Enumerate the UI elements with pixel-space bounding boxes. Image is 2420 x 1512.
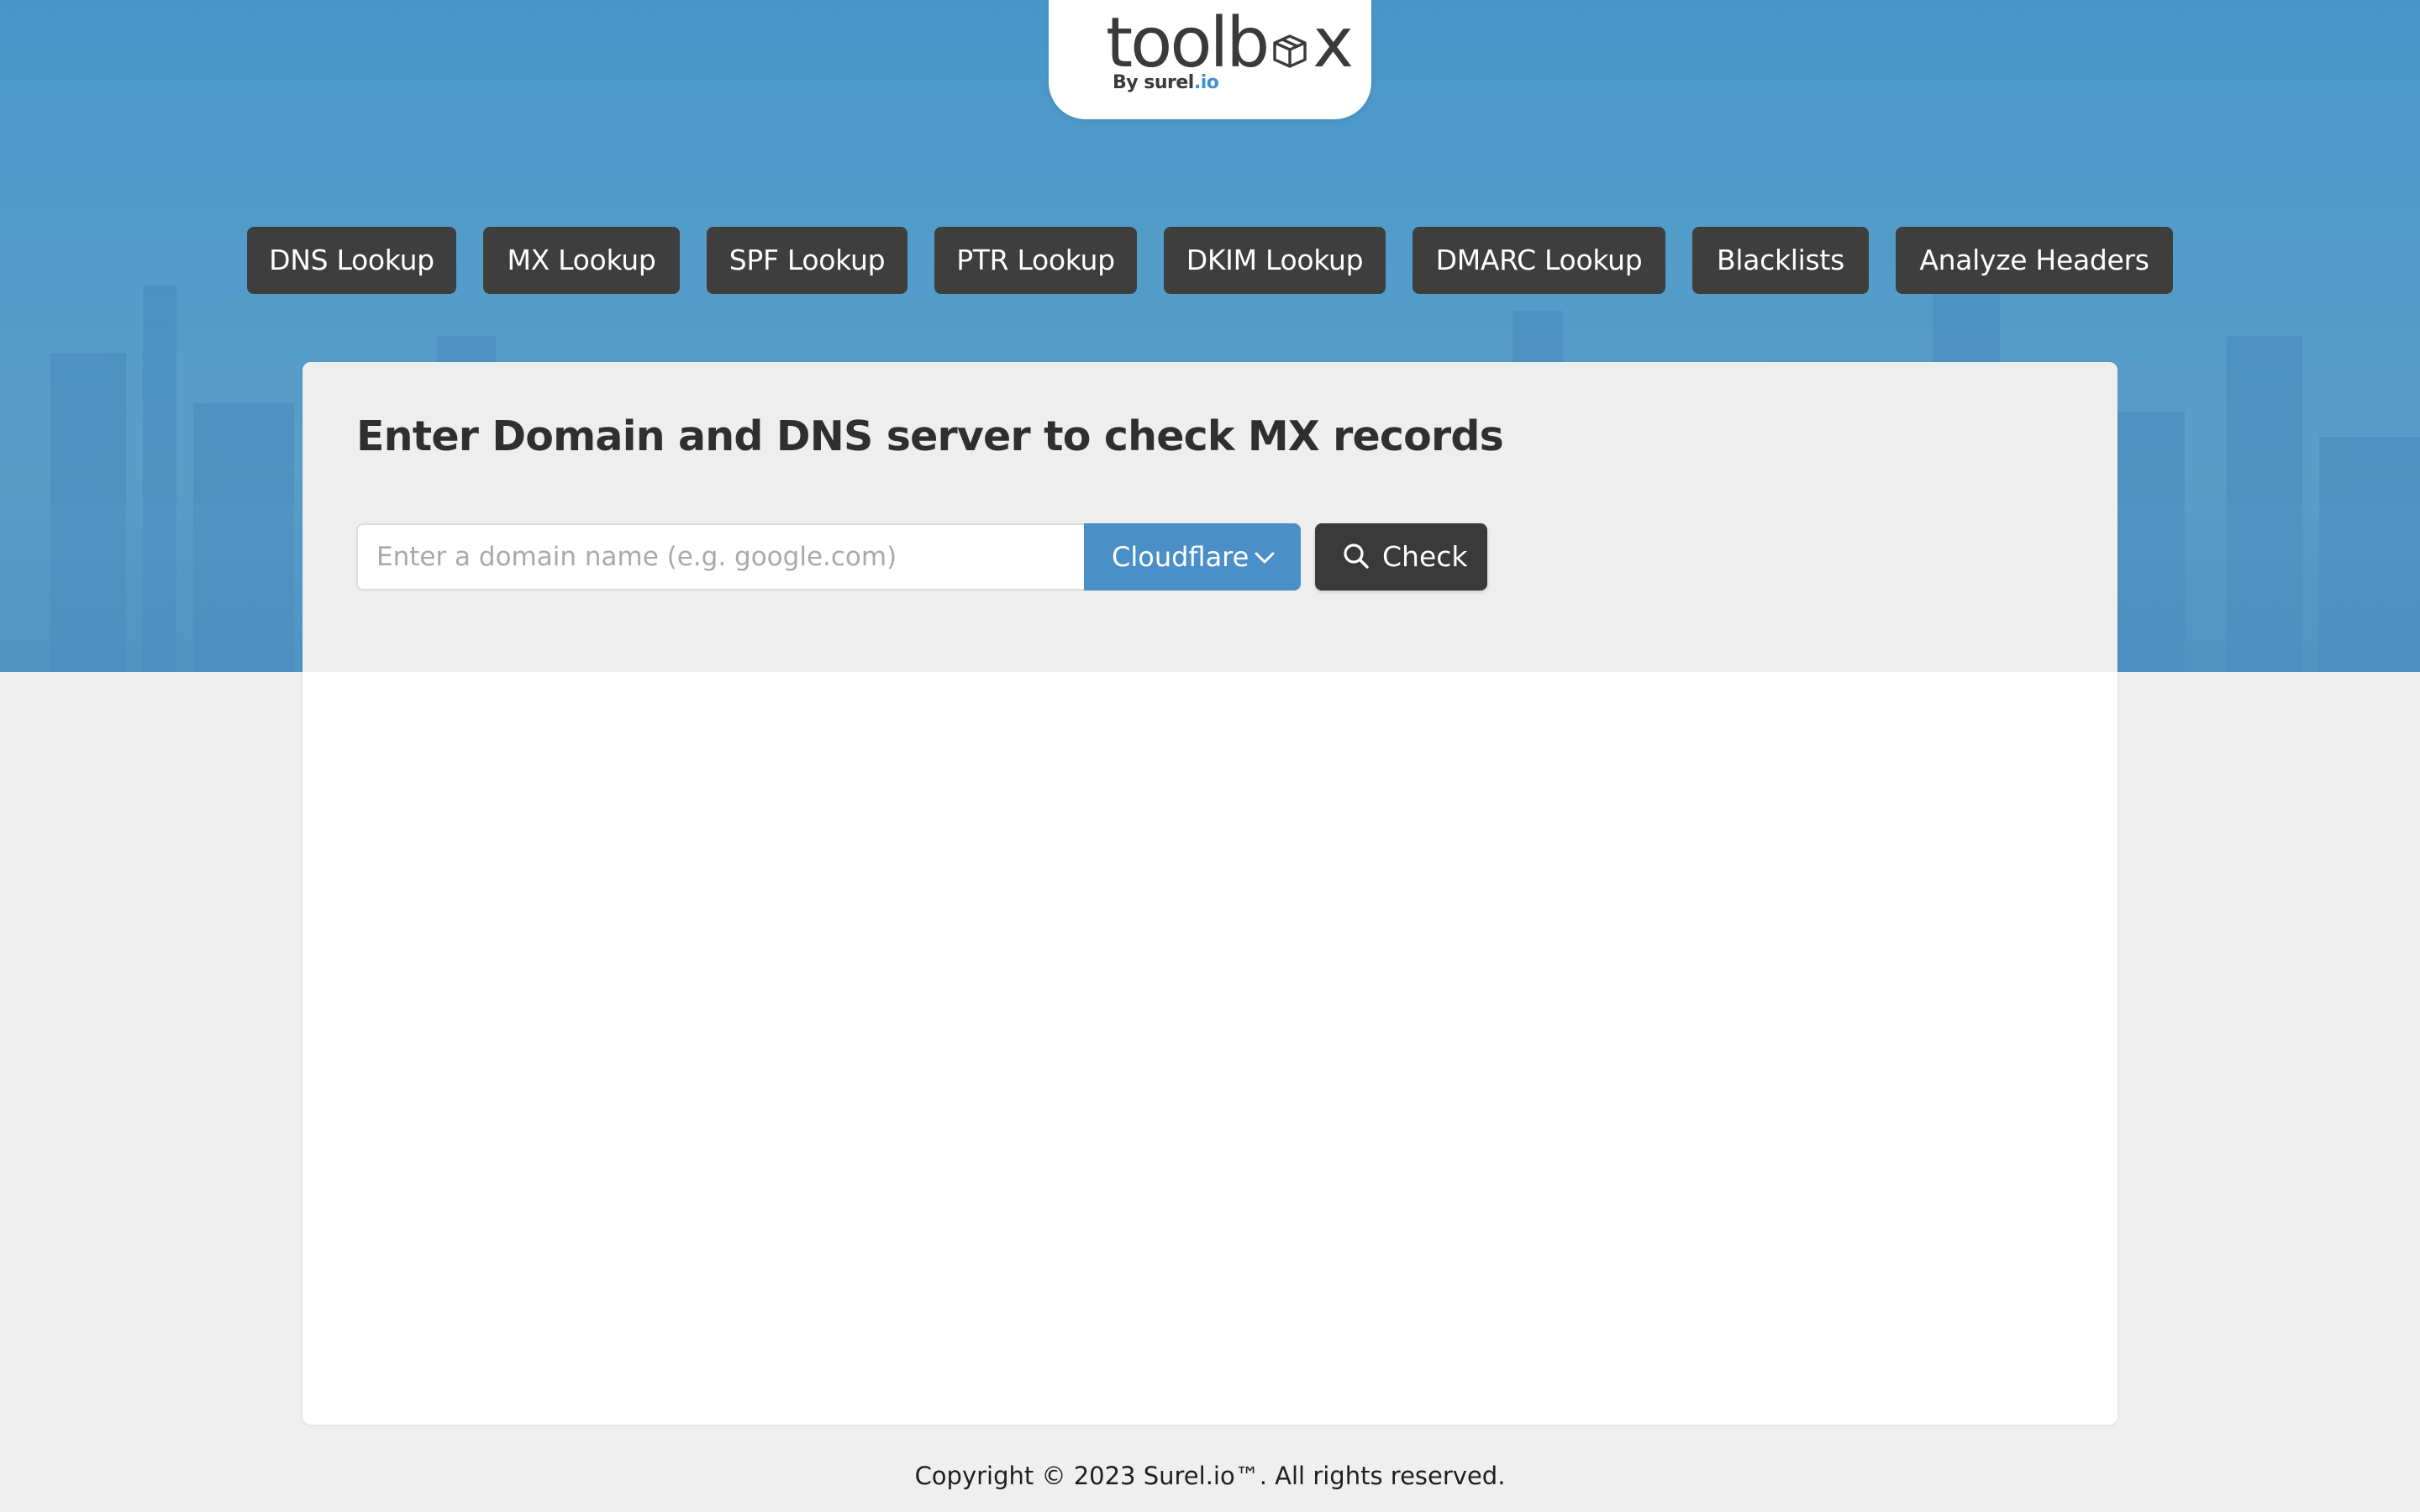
dns-server-value: Cloudflare: [1112, 541, 1249, 573]
nav-dmarc-lookup[interactable]: DMARC Lookup: [1413, 227, 1665, 294]
dns-server-select[interactable]: Cloudflare: [1084, 523, 1301, 591]
logo-byline: By surel.io: [1113, 72, 1219, 93]
nav-blacklists[interactable]: Blacklists: [1692, 227, 1869, 294]
lookup-form-panel: Enter Domain and DNS server to check MX …: [302, 362, 2118, 672]
lookup-card: Enter Domain and DNS server to check MX …: [302, 362, 2118, 1425]
page-title: Enter Domain and DNS server to check MX …: [356, 412, 1504, 460]
check-button-label: Check: [1382, 540, 1468, 573]
nav-dkim-lookup[interactable]: DKIM Lookup: [1164, 227, 1386, 294]
nav-ptr-lookup[interactable]: PTR Lookup: [934, 227, 1137, 294]
chevron-down-icon: [1255, 552, 1275, 564]
nav-mx-lookup[interactable]: MX Lookup: [483, 227, 680, 294]
nav-dns-lookup[interactable]: DNS Lookup: [247, 227, 456, 294]
logo[interactable]: toolb x By surel.io: [1049, 0, 1371, 119]
footer-copyright: Copyright © 2023 Surel.io™. All rights r…: [914, 1462, 1506, 1490]
tool-nav: DNS Lookup MX Lookup SPF Lookup PTR Look…: [0, 227, 2420, 294]
nav-spf-lookup[interactable]: SPF Lookup: [707, 227, 908, 294]
search-icon: [1344, 543, 1369, 569]
nav-analyze-headers[interactable]: Analyze Headers: [1896, 227, 2173, 294]
domain-input[interactable]: [356, 523, 1084, 591]
results-area: [302, 672, 2118, 1425]
check-button[interactable]: Check: [1315, 523, 1487, 591]
package-box-icon: [1273, 34, 1307, 68]
